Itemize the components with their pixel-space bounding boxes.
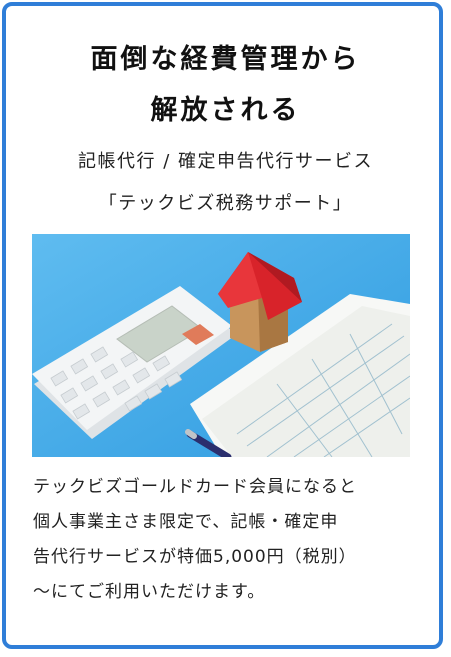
description-text: テックビズゴールドカード会員になると 個人事業主さま限定で、記帳・確定申 告代行…	[33, 470, 413, 610]
headline-line-1: 面倒な経費管理から	[90, 44, 361, 75]
service-brand: 「テックビズ税務サポート」	[98, 193, 353, 214]
headline-line-2: 解放される	[150, 95, 301, 126]
service-name: 記帳代行 / 確定申告代行サービス	[77, 151, 373, 172]
description-line: テックビズゴールドカード会員になると	[33, 477, 357, 497]
description-line: 個人事業主さま限定で、記帳・確定申	[33, 512, 339, 532]
promo-photo	[32, 234, 410, 457]
description-line: 告代行サービスが特価5,000円（税別）	[33, 547, 357, 567]
description-line: 〜にてご利用いただけます。	[33, 582, 266, 602]
